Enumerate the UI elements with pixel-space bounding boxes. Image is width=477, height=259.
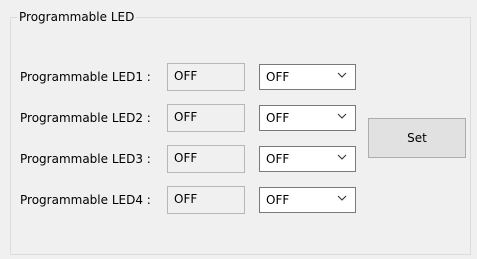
groupbox-title: Programmable LED bbox=[17, 9, 137, 25]
set-button[interactable]: Set bbox=[368, 118, 466, 158]
led3-label: Programmable LED3 : bbox=[20, 152, 151, 166]
led4-label: Programmable LED4 : bbox=[20, 193, 151, 207]
led-settings-panel: Programmable LED Programmable LED1 : OFF… bbox=[0, 0, 477, 259]
led4-select[interactable]: OFF bbox=[259, 187, 356, 213]
led3-state-field: OFF bbox=[167, 145, 245, 173]
led2-select-value: OFF bbox=[266, 111, 290, 125]
led4-state-field: OFF bbox=[167, 186, 245, 214]
chevron-down-icon bbox=[337, 72, 347, 78]
chevron-down-icon bbox=[337, 113, 347, 119]
led1-select[interactable]: OFF bbox=[259, 64, 356, 90]
led2-select[interactable]: OFF bbox=[259, 105, 356, 131]
led3-select-value: OFF bbox=[266, 152, 290, 166]
led4-select-value: OFF bbox=[266, 193, 290, 207]
led2-state-field: OFF bbox=[167, 104, 245, 132]
led3-select[interactable]: OFF bbox=[259, 146, 356, 172]
led1-label: Programmable LED1 : bbox=[20, 70, 151, 84]
led2-label: Programmable LED2 : bbox=[20, 111, 151, 125]
led1-select-value: OFF bbox=[266, 70, 290, 84]
chevron-down-icon bbox=[337, 154, 347, 160]
led1-state-field: OFF bbox=[167, 63, 245, 91]
chevron-down-icon bbox=[337, 195, 347, 201]
